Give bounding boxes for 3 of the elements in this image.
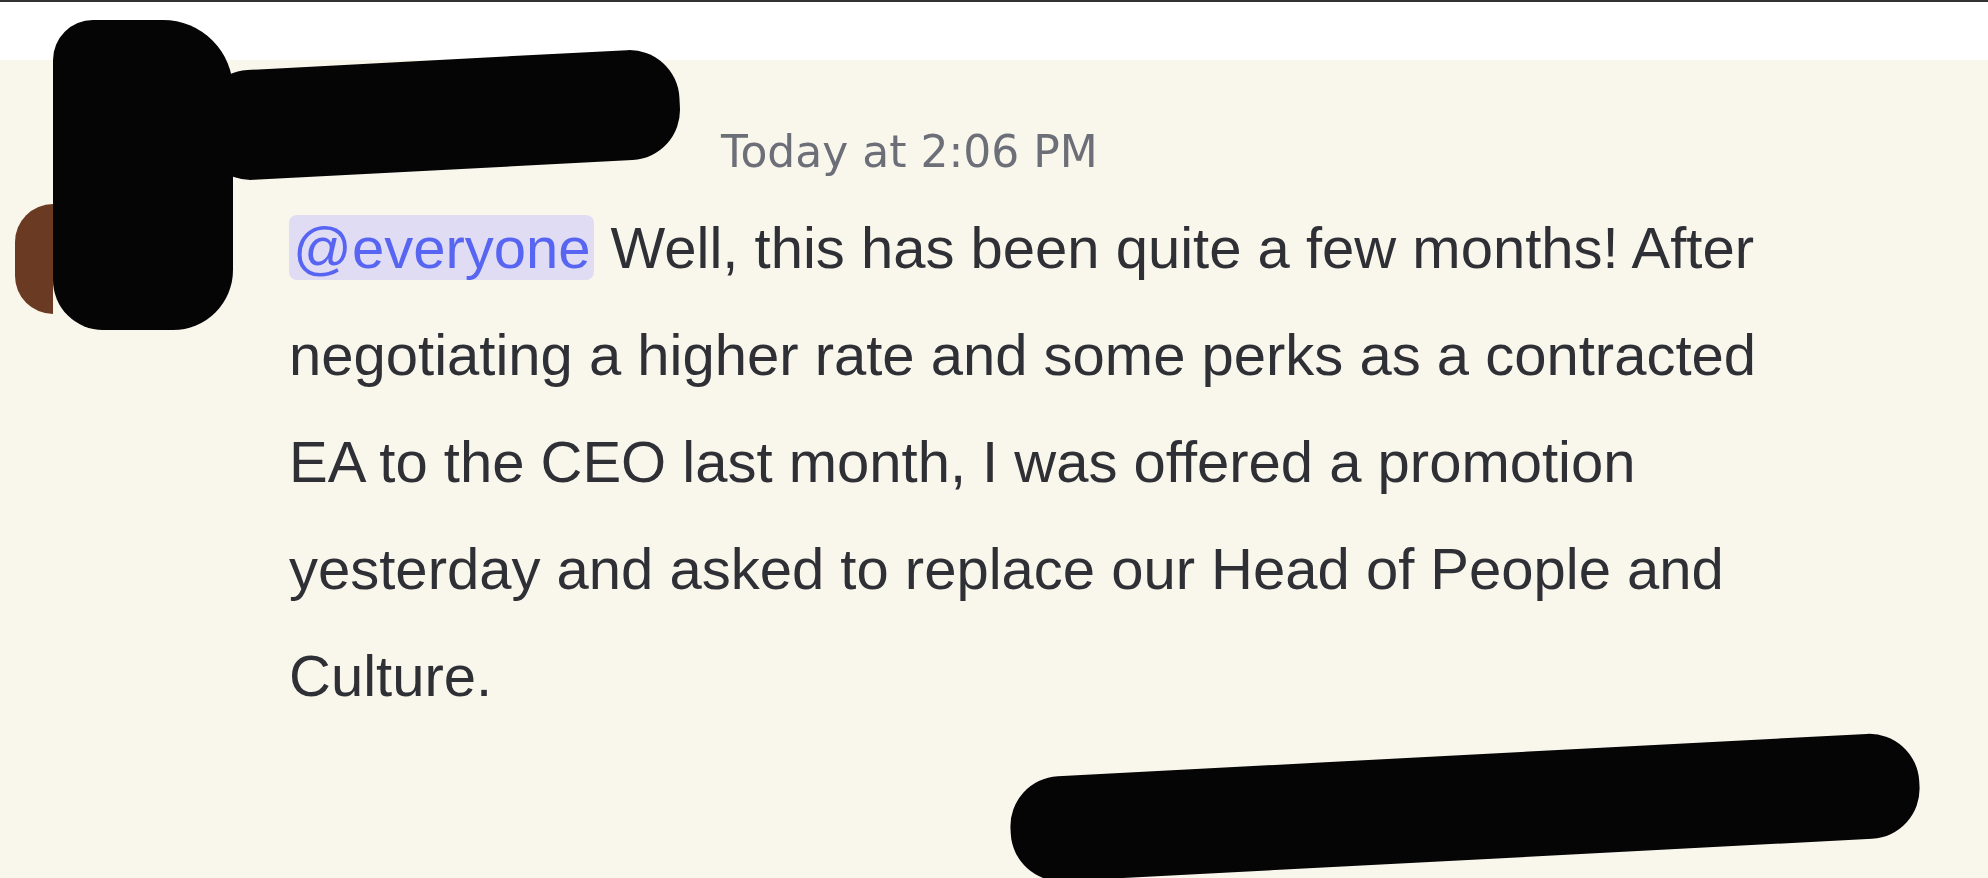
mention[interactable]: @everyone <box>289 215 595 280</box>
timestamp: Today at 2:06 PM <box>721 125 1099 179</box>
message-text: @everyone Well, this has been quite a few months! After negotiating a higher rate and some perks as a contracted EA to the CEO last month, I was offered a promotion yesterday and asked to replace our Head of People and Culture. <box>289 214 1758 710</box>
